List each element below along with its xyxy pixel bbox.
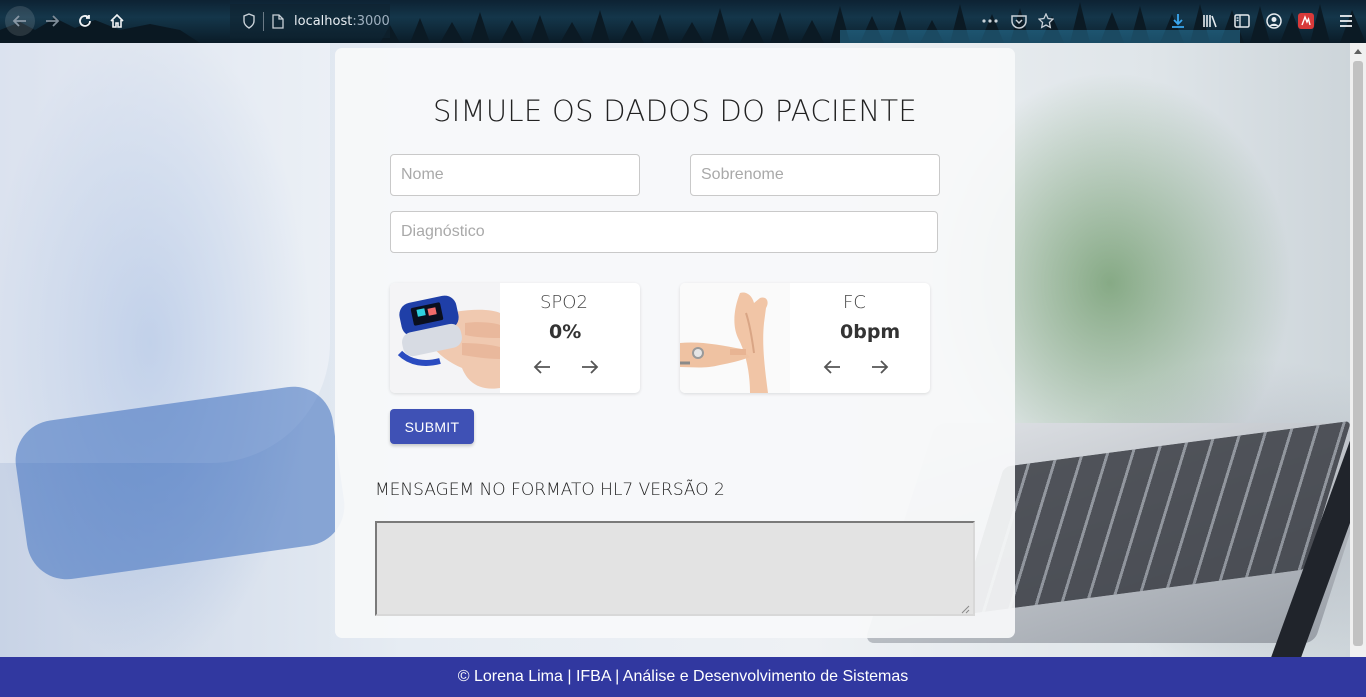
toolbar-theme-background [0,2,1366,43]
page-icon [272,13,284,29]
download-icon [1172,14,1184,28]
back-icon [12,15,26,27]
page-actions-button[interactable] [980,11,1000,31]
sidebar-icon [1234,14,1250,28]
footer-text: © Lorena Lima | IFBA | Análise e Desenvo… [457,668,909,685]
fc-increase-button[interactable] [869,356,891,378]
page-footer: © Lorena Lima | IFBA | Análise e Desenvo… [0,657,1366,697]
library-icon [1202,15,1217,28]
spo2-decrease-button[interactable] [531,356,553,378]
forward-icon [46,15,60,27]
resize-grip-icon[interactable] [958,601,970,614]
arrow-left-icon [823,360,840,374]
sobrenome-input[interactable] [690,154,940,196]
pulse-oximeter-image [390,283,500,393]
arrow-left-icon [533,360,550,374]
extension-icon [1298,13,1314,29]
page-title: SIMULE OS DADOS DO PACIENTE [432,94,918,128]
sidebar-button[interactable] [1232,11,1252,31]
hl7-message-title: MENSAGEM NO FORMATO HL7 VERSÃO 2 [375,480,725,500]
spo2-increase-button[interactable] [579,356,601,378]
back-button[interactable] [5,6,35,36]
spo2-card: SPO2 0% [390,283,640,393]
fc-decrease-button[interactable] [821,356,843,378]
fc-value: 0bpm [840,321,901,343]
scroll-up-arrow-icon[interactable] [1354,49,1362,54]
forward-button[interactable] [37,6,67,36]
tracking-protection-button[interactable] [239,11,259,31]
shield-icon [243,13,255,29]
account-icon [1266,13,1282,29]
spo2-value: 0% [549,321,582,343]
nome-input[interactable] [390,154,640,196]
main-menu-button[interactable] [1336,11,1356,31]
url-port: :3000 [352,14,390,29]
home-icon [110,13,124,28]
browser-toolbar: localhost:3000 [0,0,1366,43]
patient-form-card: SIMULE OS DADOS DO PACIENTE SPO2 0% [335,48,1015,638]
arrow-right-icon [582,360,599,374]
pulse-check-image [680,283,790,393]
fc-label: FC [843,292,866,313]
downloads-button[interactable] [1168,11,1188,31]
menu-icon [1340,15,1352,27]
library-button[interactable] [1200,11,1220,31]
url-host: localhost [294,14,353,29]
spo2-label: SPO2 [540,292,588,313]
star-icon [1038,13,1054,29]
home-button[interactable] [102,6,132,36]
more-icon [982,19,998,23]
pocket-icon [1011,14,1027,29]
site-info-button[interactable] [268,11,288,31]
urlbar-divider [263,12,264,31]
page-scrollbar[interactable] [1350,43,1366,657]
hl7-message-textarea[interactable] [375,521,975,616]
reload-button[interactable] [70,6,100,36]
reload-icon [79,15,91,27]
bookmark-button[interactable] [1036,11,1056,31]
fc-card: FC 0bpm [680,283,930,393]
url-field[interactable]: localhost:3000 [294,14,390,29]
pocket-button[interactable] [1009,11,1029,31]
scroll-thumb[interactable] [1353,61,1363,646]
account-button[interactable] [1264,11,1284,31]
submit-button[interactable]: SUBMIT [390,409,474,444]
diagnostico-input[interactable] [390,211,938,253]
extension-button[interactable] [1296,11,1316,31]
arrow-right-icon [872,360,889,374]
